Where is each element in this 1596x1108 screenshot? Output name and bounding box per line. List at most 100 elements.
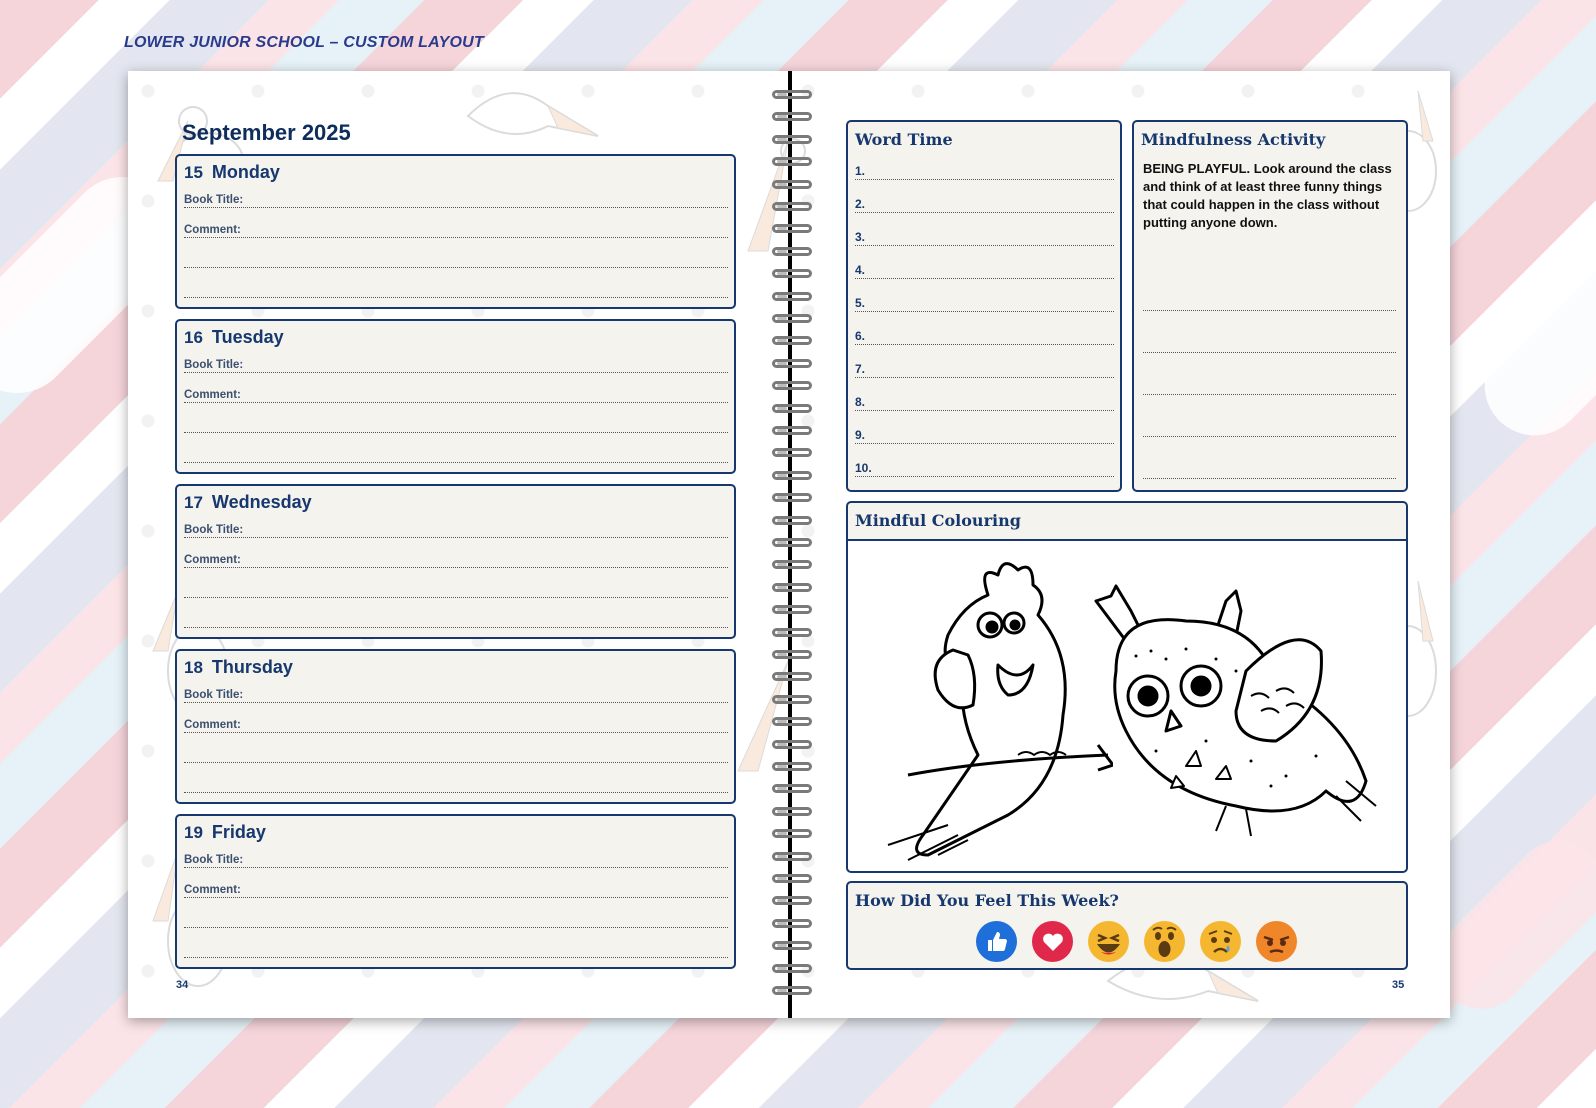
binding-ring	[772, 112, 812, 122]
binding-ring	[772, 784, 812, 794]
owl-outline	[1094, 584, 1377, 837]
day-heading: 17 Wednesday	[184, 492, 312, 513]
binding-ring	[772, 448, 812, 458]
writing-line[interactable]	[184, 282, 728, 298]
mindfulness-title: Mindfulness Activity	[1141, 130, 1326, 149]
book-title-label: Book Title:	[184, 359, 244, 371]
comment-line[interactable]: Comment:	[184, 387, 728, 403]
day-card-friday: 19 Friday Book Title: Comment:	[175, 814, 736, 969]
day-number: 17	[184, 493, 203, 512]
binding-ring	[772, 538, 812, 547]
writing-line[interactable]	[184, 777, 728, 793]
binding-ring	[772, 874, 812, 883]
word-number: 10.	[855, 461, 872, 475]
binding-ring	[772, 986, 812, 995]
word-line[interactable]: 5.	[855, 296, 1114, 312]
day-number: 16	[184, 328, 203, 347]
day-card-wednesday: 17 Wednesday Book Title: Comment:	[175, 484, 736, 639]
comment-line[interactable]: Comment:	[184, 552, 728, 568]
word-number: 9.	[855, 428, 866, 442]
word-number: 5.	[855, 296, 866, 310]
love-icon[interactable]	[1032, 921, 1073, 962]
comment-line[interactable]: Comment:	[184, 882, 728, 898]
feelings-options	[976, 921, 1297, 962]
word-number: 3.	[855, 230, 866, 244]
word-line[interactable]: 10.	[855, 461, 1114, 477]
binding-ring	[772, 358, 812, 368]
word-number: 2.	[855, 197, 866, 211]
writing-line[interactable]	[184, 447, 728, 463]
binding-ring	[772, 470, 812, 480]
day-card-monday: 15 Monday Book Title: Comment:	[175, 154, 736, 309]
book-title-line[interactable]: Book Title:	[184, 522, 728, 538]
pelican-icon	[466, 92, 599, 137]
sad-icon[interactable]	[1200, 921, 1241, 962]
binding-ring	[772, 806, 812, 816]
word-time-title: Word Time	[855, 130, 953, 149]
writing-line[interactable]	[184, 252, 728, 268]
day-name: Monday	[211, 162, 280, 182]
comment-line[interactable]: Comment:	[184, 717, 728, 733]
like-icon[interactable]	[976, 921, 1017, 962]
writing-line[interactable]	[184, 417, 728, 433]
writing-line[interactable]	[1143, 394, 1396, 395]
comment-label: Comment:	[184, 719, 241, 731]
book-title-label: Book Title:	[184, 854, 244, 866]
writing-line[interactable]	[184, 582, 728, 598]
binding-ring	[772, 627, 812, 637]
binding-ring	[772, 90, 812, 99]
word-line[interactable]: 6.	[855, 329, 1114, 345]
word-number: 1.	[855, 164, 866, 178]
word-line[interactable]: 3.	[855, 230, 1114, 246]
word-line[interactable]: 7.	[855, 362, 1114, 378]
haha-icon[interactable]	[1088, 921, 1129, 962]
book-title-label: Book Title:	[184, 524, 244, 536]
wow-icon[interactable]	[1144, 921, 1185, 962]
page-number-left: 34	[176, 979, 189, 991]
binding-ring	[772, 851, 812, 861]
mindfulness-text: BEING PLAYFUL. Look around the class and…	[1143, 161, 1392, 230]
book-title-label: Book Title:	[184, 689, 244, 701]
binding-ring	[772, 717, 812, 727]
book-title-line[interactable]: Book Title:	[184, 852, 728, 868]
word-line[interactable]: 8.	[855, 395, 1114, 411]
writing-line[interactable]	[1143, 352, 1396, 353]
writing-line[interactable]	[184, 942, 728, 958]
binding-ring	[772, 157, 812, 167]
word-line[interactable]: 2.	[855, 197, 1114, 213]
colouring-title: Mindful Colouring	[855, 511, 1021, 530]
word-line[interactable]: 1.	[855, 164, 1114, 180]
book-title-label: Book Title:	[184, 194, 244, 206]
day-heading: 16 Tuesday	[184, 327, 284, 348]
binding-ring	[772, 963, 812, 973]
word-time-panel: Word Time 1. 2. 3. 4. 5. 6. 7. 8. 9. 10.	[846, 120, 1122, 492]
angry-icon[interactable]	[1256, 921, 1297, 962]
writing-line[interactable]	[1143, 310, 1396, 311]
day-heading: 19 Friday	[184, 822, 266, 843]
book-title-line[interactable]: Book Title:	[184, 357, 728, 373]
day-name: Friday	[211, 822, 266, 842]
binding-ring	[772, 762, 812, 771]
day-heading: 15 Monday	[184, 162, 280, 183]
book-title-line[interactable]: Book Title:	[184, 192, 728, 208]
binding-ring	[772, 829, 812, 839]
binding-ring	[772, 918, 812, 928]
word-line[interactable]: 9.	[855, 428, 1114, 444]
binding-ring	[772, 493, 812, 503]
book-title-line[interactable]: Book Title:	[184, 687, 728, 703]
binding-ring	[772, 896, 812, 906]
binding-ring	[772, 515, 812, 525]
colouring-area[interactable]	[848, 539, 1406, 871]
writing-line[interactable]	[184, 612, 728, 628]
writing-line[interactable]	[1143, 436, 1396, 437]
writing-line[interactable]	[184, 912, 728, 928]
word-number: 6.	[855, 329, 866, 343]
binding-ring	[772, 336, 812, 346]
writing-line[interactable]	[184, 747, 728, 763]
day-number: 19	[184, 823, 203, 842]
writing-line[interactable]	[1143, 478, 1396, 479]
word-line[interactable]: 4.	[855, 263, 1114, 279]
binding-ring	[772, 381, 812, 391]
comment-line[interactable]: Comment:	[184, 222, 728, 238]
binding-ring	[772, 582, 812, 592]
